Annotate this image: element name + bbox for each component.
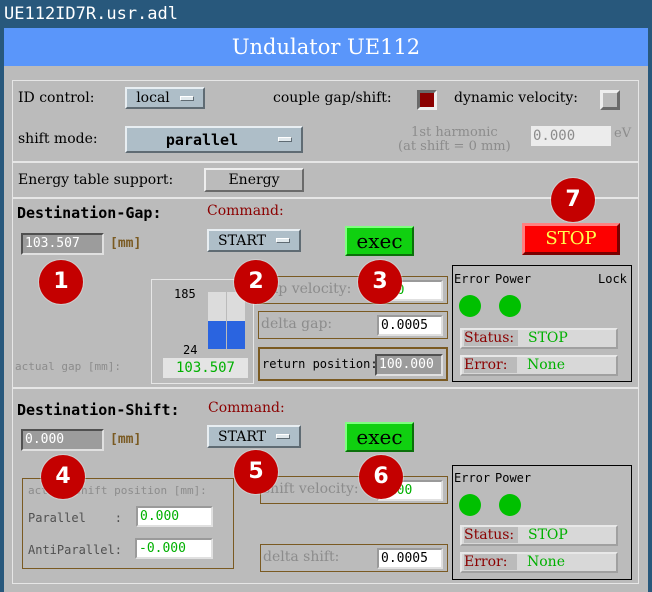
error-header: Error xyxy=(454,272,491,286)
annotation-badge-3: 3 xyxy=(358,260,402,304)
shift-destination-input[interactable]: 0.000 xyxy=(21,429,104,451)
shift-status-row: Status: STOP xyxy=(460,525,618,546)
annotation-badge-5: 5 xyxy=(234,450,278,494)
return-position-label: return position: xyxy=(262,357,378,371)
lock-header: Lock xyxy=(598,272,627,286)
shift-mode-menu[interactable]: parallel xyxy=(125,126,303,153)
error-header: Error xyxy=(454,471,491,485)
power-indicator xyxy=(499,295,521,317)
antiparallel-label: AntiParallel: xyxy=(28,543,122,557)
error-indicator xyxy=(459,295,481,317)
id-control-menu[interactable]: local xyxy=(125,87,205,109)
menu-indicator-icon xyxy=(179,95,194,101)
shift-velocity-box: shift velocity: 1200 xyxy=(260,476,448,504)
shift-unit: [mm] xyxy=(110,432,142,447)
error-value: None xyxy=(527,357,565,373)
power-header: Power xyxy=(495,471,532,485)
shift-command-menu[interactable]: START xyxy=(207,425,301,448)
delta-shift-label: delta shift: xyxy=(263,549,340,565)
gap-destination-input[interactable]: 103.507 xyxy=(21,233,104,255)
shift-mode-label: shift mode: xyxy=(18,131,98,147)
couple-label: couple gap/shift: xyxy=(273,90,392,106)
return-position-box: return position: 100.000 xyxy=(258,347,448,381)
annotation-badge-7: 7 xyxy=(551,178,595,222)
harmonic-unit: eV xyxy=(614,126,632,141)
gap-exec-button[interactable]: exec xyxy=(345,226,414,256)
status-value: STOP xyxy=(528,330,568,346)
menu-indicator-icon xyxy=(275,238,290,243)
harmonic-label: 1st harmonic (at shift = 0 mm) xyxy=(398,126,511,154)
menu-indicator-icon xyxy=(278,137,293,142)
shift-title: Destination-Shift: xyxy=(17,401,180,419)
gap-status-box: Error Power Lock Status: STOP Error: Non… xyxy=(452,265,632,382)
shift-exec-button[interactable]: exec xyxy=(345,422,414,452)
bar-min-label: 24 xyxy=(183,343,198,357)
id-control-value: local xyxy=(136,90,170,106)
menu-indicator-icon xyxy=(275,434,290,439)
shift-velocity-label: shift velocity: xyxy=(263,481,359,497)
gap-unit: [mm] xyxy=(110,236,142,251)
parallel-value: 0.000 xyxy=(136,506,213,527)
gap-command-menu[interactable]: START xyxy=(207,229,301,252)
actual-gap-label: actual gap [mm]: xyxy=(15,360,121,373)
return-position-input[interactable]: 100.000 xyxy=(375,354,443,376)
gap-bar-right xyxy=(227,292,245,349)
antiparallel-value: -0.000 xyxy=(135,538,213,559)
annotation-badge-6: 6 xyxy=(359,455,403,499)
error-key: Error: xyxy=(464,357,518,373)
gap-status-row: Status: STOP xyxy=(460,328,618,349)
shift-command-label: Command: xyxy=(208,400,285,416)
status-key: Status: xyxy=(464,527,519,543)
delta-shift-input[interactable]: 0.0005 xyxy=(377,548,443,569)
annotation-badge-2: 2 xyxy=(234,260,278,304)
energy-label: Energy table support: xyxy=(18,172,174,188)
delta-gap-box: delta gap: 0.0005 xyxy=(258,311,448,339)
gap-bar-right-fill xyxy=(227,321,245,349)
harmonic-label-line1: 1st harmonic xyxy=(411,125,498,140)
error-value: None xyxy=(527,554,565,570)
gap-command-value: START xyxy=(218,232,266,249)
annotation-badge-1: 1 xyxy=(39,260,83,304)
harmonic-label-line2: (at shift = 0 mm) xyxy=(398,139,511,154)
error-indicator xyxy=(459,494,481,516)
shift-command-value: START xyxy=(218,428,266,445)
power-indicator xyxy=(499,494,521,516)
gap-command-label: Command: xyxy=(207,203,284,219)
stop-button[interactable]: STOP xyxy=(522,223,620,255)
status-key: Status: xyxy=(464,330,519,346)
dynamic-velocity-label: dynamic velocity: xyxy=(454,90,578,106)
id-control-label: ID control: xyxy=(18,90,95,106)
parallel-label: Parallel : xyxy=(28,511,122,525)
error-key: Error: xyxy=(464,554,518,570)
delta-shift-box: delta shift: 0.0005 xyxy=(260,544,448,572)
dynamic-velocity-checkbox[interactable] xyxy=(600,90,620,110)
annotation-badge-4: 4 xyxy=(41,455,85,499)
bar-max-label: 185 xyxy=(174,287,196,301)
shift-error-row: Error: None xyxy=(460,552,618,573)
delta-gap-input[interactable]: 0.0005 xyxy=(377,315,443,336)
gap-velocity-box: gap velocity: 200 xyxy=(258,276,448,304)
gap-title: Destination-Gap: xyxy=(17,204,162,222)
actual-gap-value: 103.507 xyxy=(163,358,248,378)
energy-button[interactable]: Energy xyxy=(204,168,304,192)
shift-mode-value: parallel xyxy=(165,130,239,149)
gap-bar-left-fill xyxy=(208,321,226,349)
banner-title: Undulator UE112 xyxy=(4,28,648,66)
gap-error-row: Error: None xyxy=(460,355,618,376)
delta-gap-label: delta gap: xyxy=(261,316,333,332)
couple-checkbox[interactable] xyxy=(417,90,437,110)
gap-bar-left xyxy=(208,292,226,349)
shift-status-box: Error Power Status: STOP Error: None xyxy=(452,465,632,580)
window-title: UE112ID7R.usr.adl xyxy=(0,0,652,28)
power-header: Power xyxy=(495,272,532,286)
status-value: STOP xyxy=(528,527,568,543)
harmonic-value: 0.000 xyxy=(531,126,611,146)
